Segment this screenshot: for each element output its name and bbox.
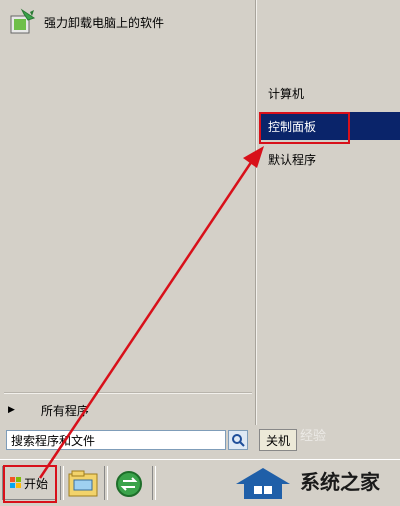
watermark-faint-text: 经验 (300, 429, 327, 444)
windows-flag-icon (9, 477, 21, 488)
start-button[interactable]: 开始 (2, 466, 56, 500)
taskbar-separator (152, 466, 156, 500)
start-menu-left-pane: 强力卸载电脑上的软件 ▶ 所有程序 (0, 0, 256, 425)
shutdown-button[interactable]: 关机 (259, 429, 297, 451)
search-button[interactable] (228, 430, 248, 450)
taskbar-separator (60, 466, 64, 500)
right-item-computer[interactable]: 计算机 (260, 79, 400, 107)
search-input[interactable]: 搜索程序和文件 (6, 430, 226, 450)
all-programs-button[interactable]: ▶ 所有程序 (8, 400, 89, 420)
uninstaller-icon (10, 8, 36, 34)
shutdown-label: 关机 (265, 433, 290, 448)
left-divider (4, 392, 252, 394)
right-item-label: 默认程序 (268, 152, 317, 167)
right-item-control-panel[interactable]: 控制面板 (260, 112, 400, 140)
right-item-label: 控制面板 (268, 119, 317, 134)
ie-icon[interactable] (112, 468, 146, 500)
search-placeholder: 搜索程序和文件 (11, 433, 96, 448)
pinned-item-uninstaller[interactable]: 强力卸载电脑上的软件 (8, 6, 164, 38)
right-item-default-programs[interactable]: 默认程序 (260, 145, 400, 173)
triangle-right-icon: ▶ (8, 405, 15, 415)
pinned-item-label: 强力卸载电脑上的软件 (44, 15, 165, 30)
right-item-label: 计算机 (268, 86, 305, 101)
search-icon (232, 434, 245, 447)
start-label: 开始 (23, 476, 48, 491)
watermark-text: 系统之家 (300, 470, 380, 494)
all-programs-label: 所有程序 (40, 403, 89, 418)
taskbar-separator (104, 466, 108, 500)
search-row: 搜索程序和文件 关机 (0, 425, 400, 459)
watermark-logo (236, 468, 290, 499)
start-menu-right-pane: 计算机 控制面板 默认程序 (256, 0, 400, 425)
explorer-icon[interactable] (66, 468, 100, 500)
